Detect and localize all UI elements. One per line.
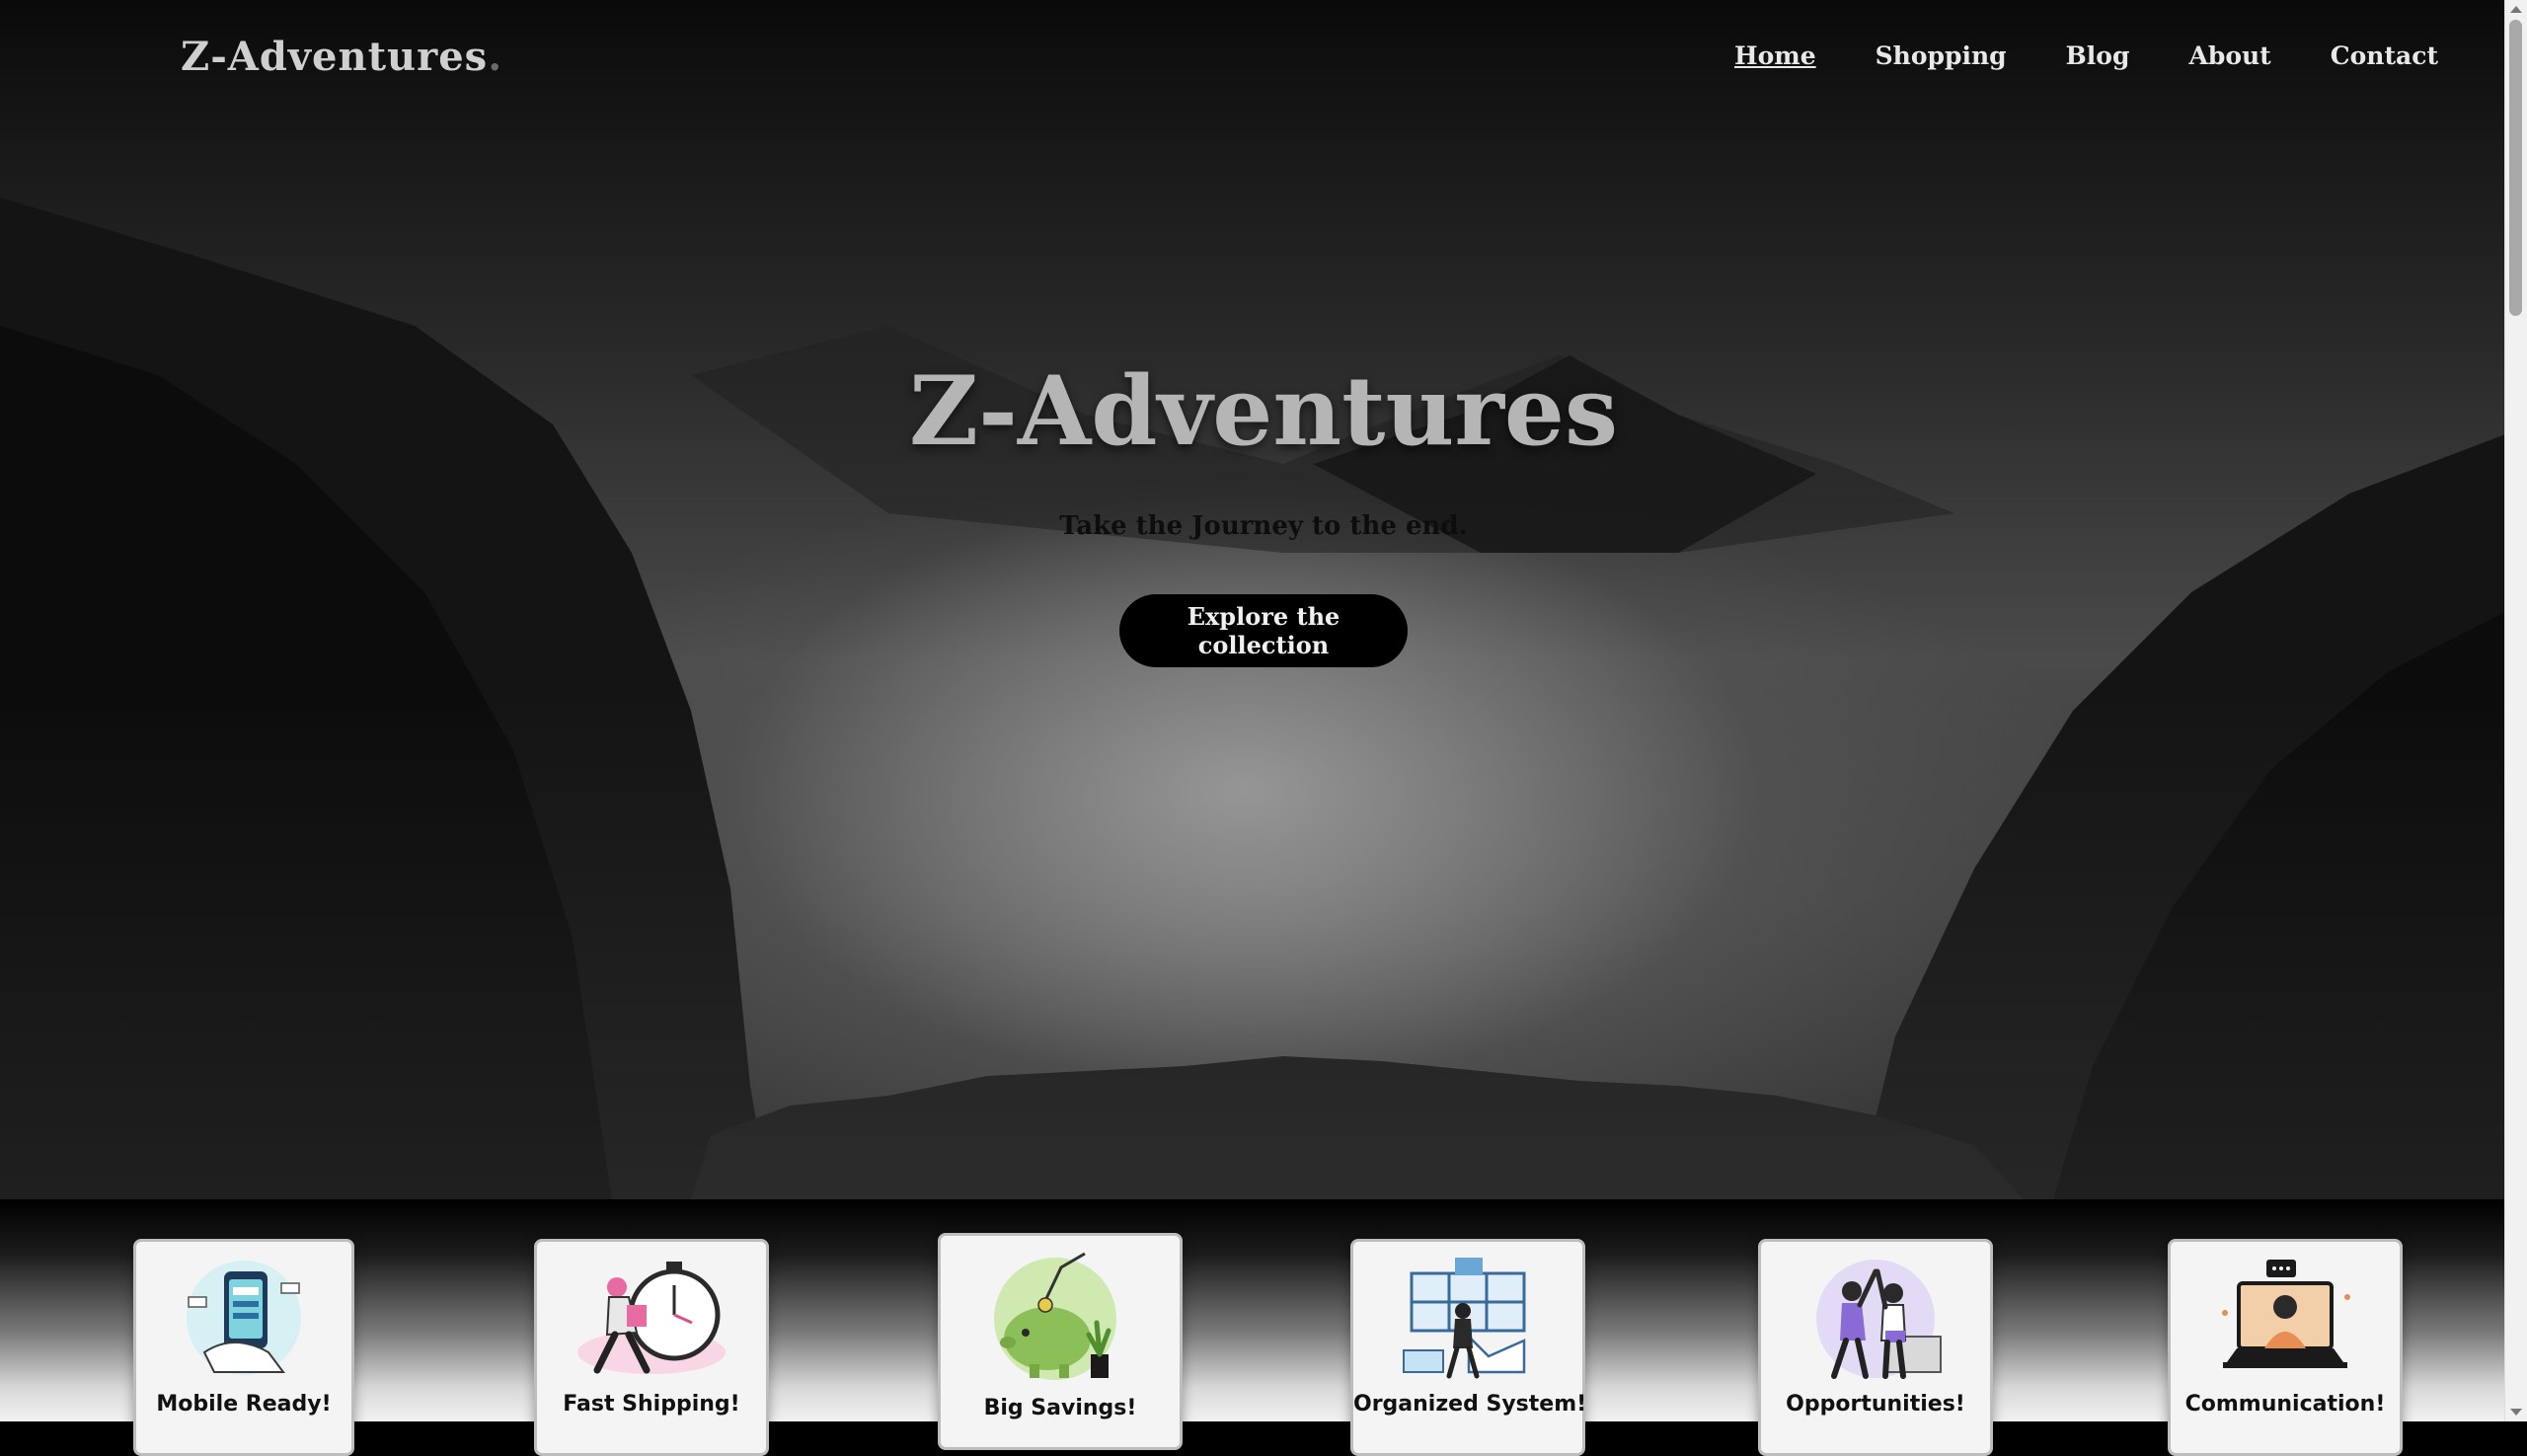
feature-card-shipping[interactable]: Fast Shipping! bbox=[534, 1239, 769, 1456]
feature-card-communication[interactable]: Communication! bbox=[2168, 1239, 2403, 1456]
logo-text: Z-Adventures bbox=[181, 34, 489, 80]
nav-link-about[interactable]: About bbox=[2188, 41, 2270, 70]
scroll-up-arrow-icon[interactable] bbox=[2510, 6, 2522, 13]
top-navigation: Z-Adventures. Home Shopping Blog About C… bbox=[0, 0, 2505, 118]
nav-link-contact[interactable]: Contact bbox=[2331, 41, 2438, 70]
feature-card-mobile[interactable]: Mobile Ready! bbox=[133, 1239, 354, 1456]
page-scrollbar[interactable] bbox=[2504, 0, 2527, 1421]
nav-link-shopping[interactable]: Shopping bbox=[1876, 41, 2007, 70]
hero-subtitle: Take the Journey to the end. bbox=[1059, 511, 1468, 541]
feature-label: Big Savings! bbox=[983, 1396, 1137, 1420]
feature-label: Organized System! bbox=[1353, 1392, 1587, 1417]
feature-card-opportunities[interactable]: Opportunities! bbox=[1758, 1239, 1993, 1456]
phone-payment-icon bbox=[187, 1261, 301, 1375]
nav-link-home[interactable]: Home bbox=[1734, 41, 1816, 70]
feature-card-organized[interactable]: Organized System! bbox=[1350, 1239, 1587, 1456]
feature-label: Opportunities! bbox=[1786, 1392, 1965, 1417]
feature-label: Fast Shipping! bbox=[563, 1392, 740, 1417]
office-window-icon bbox=[1403, 1258, 1526, 1379]
nav-menu: Home Shopping Blog About Contact bbox=[1734, 41, 2438, 70]
hero-section: Z-Adventures. Home Shopping Blog About C… bbox=[0, 0, 2505, 1199]
nav-link-blog[interactable]: Blog bbox=[2066, 41, 2130, 70]
logo-dot: . bbox=[488, 34, 503, 80]
features-section: Mobile Ready! Fast Shipping! Big Savings… bbox=[0, 1199, 2505, 1456]
scrollbar-thumb[interactable] bbox=[2509, 20, 2522, 316]
high-five-icon bbox=[1816, 1260, 1942, 1379]
feature-label: Mobile Ready! bbox=[156, 1392, 332, 1417]
laptop-chat-icon bbox=[2222, 1260, 2350, 1368]
stopwatch-runner-icon bbox=[577, 1262, 726, 1374]
site-logo[interactable]: Z-Adventures. bbox=[181, 34, 502, 80]
explore-collection-button[interactable]: Explore the collection bbox=[1119, 594, 1408, 667]
feature-card-savings[interactable]: Big Savings! bbox=[938, 1233, 1183, 1450]
piggy-bank-icon bbox=[994, 1252, 1116, 1380]
scroll-down-arrow-icon[interactable] bbox=[2510, 1409, 2522, 1416]
hero-title: Z-Adventures bbox=[908, 355, 1619, 467]
feature-label: Communication! bbox=[2184, 1392, 2386, 1417]
